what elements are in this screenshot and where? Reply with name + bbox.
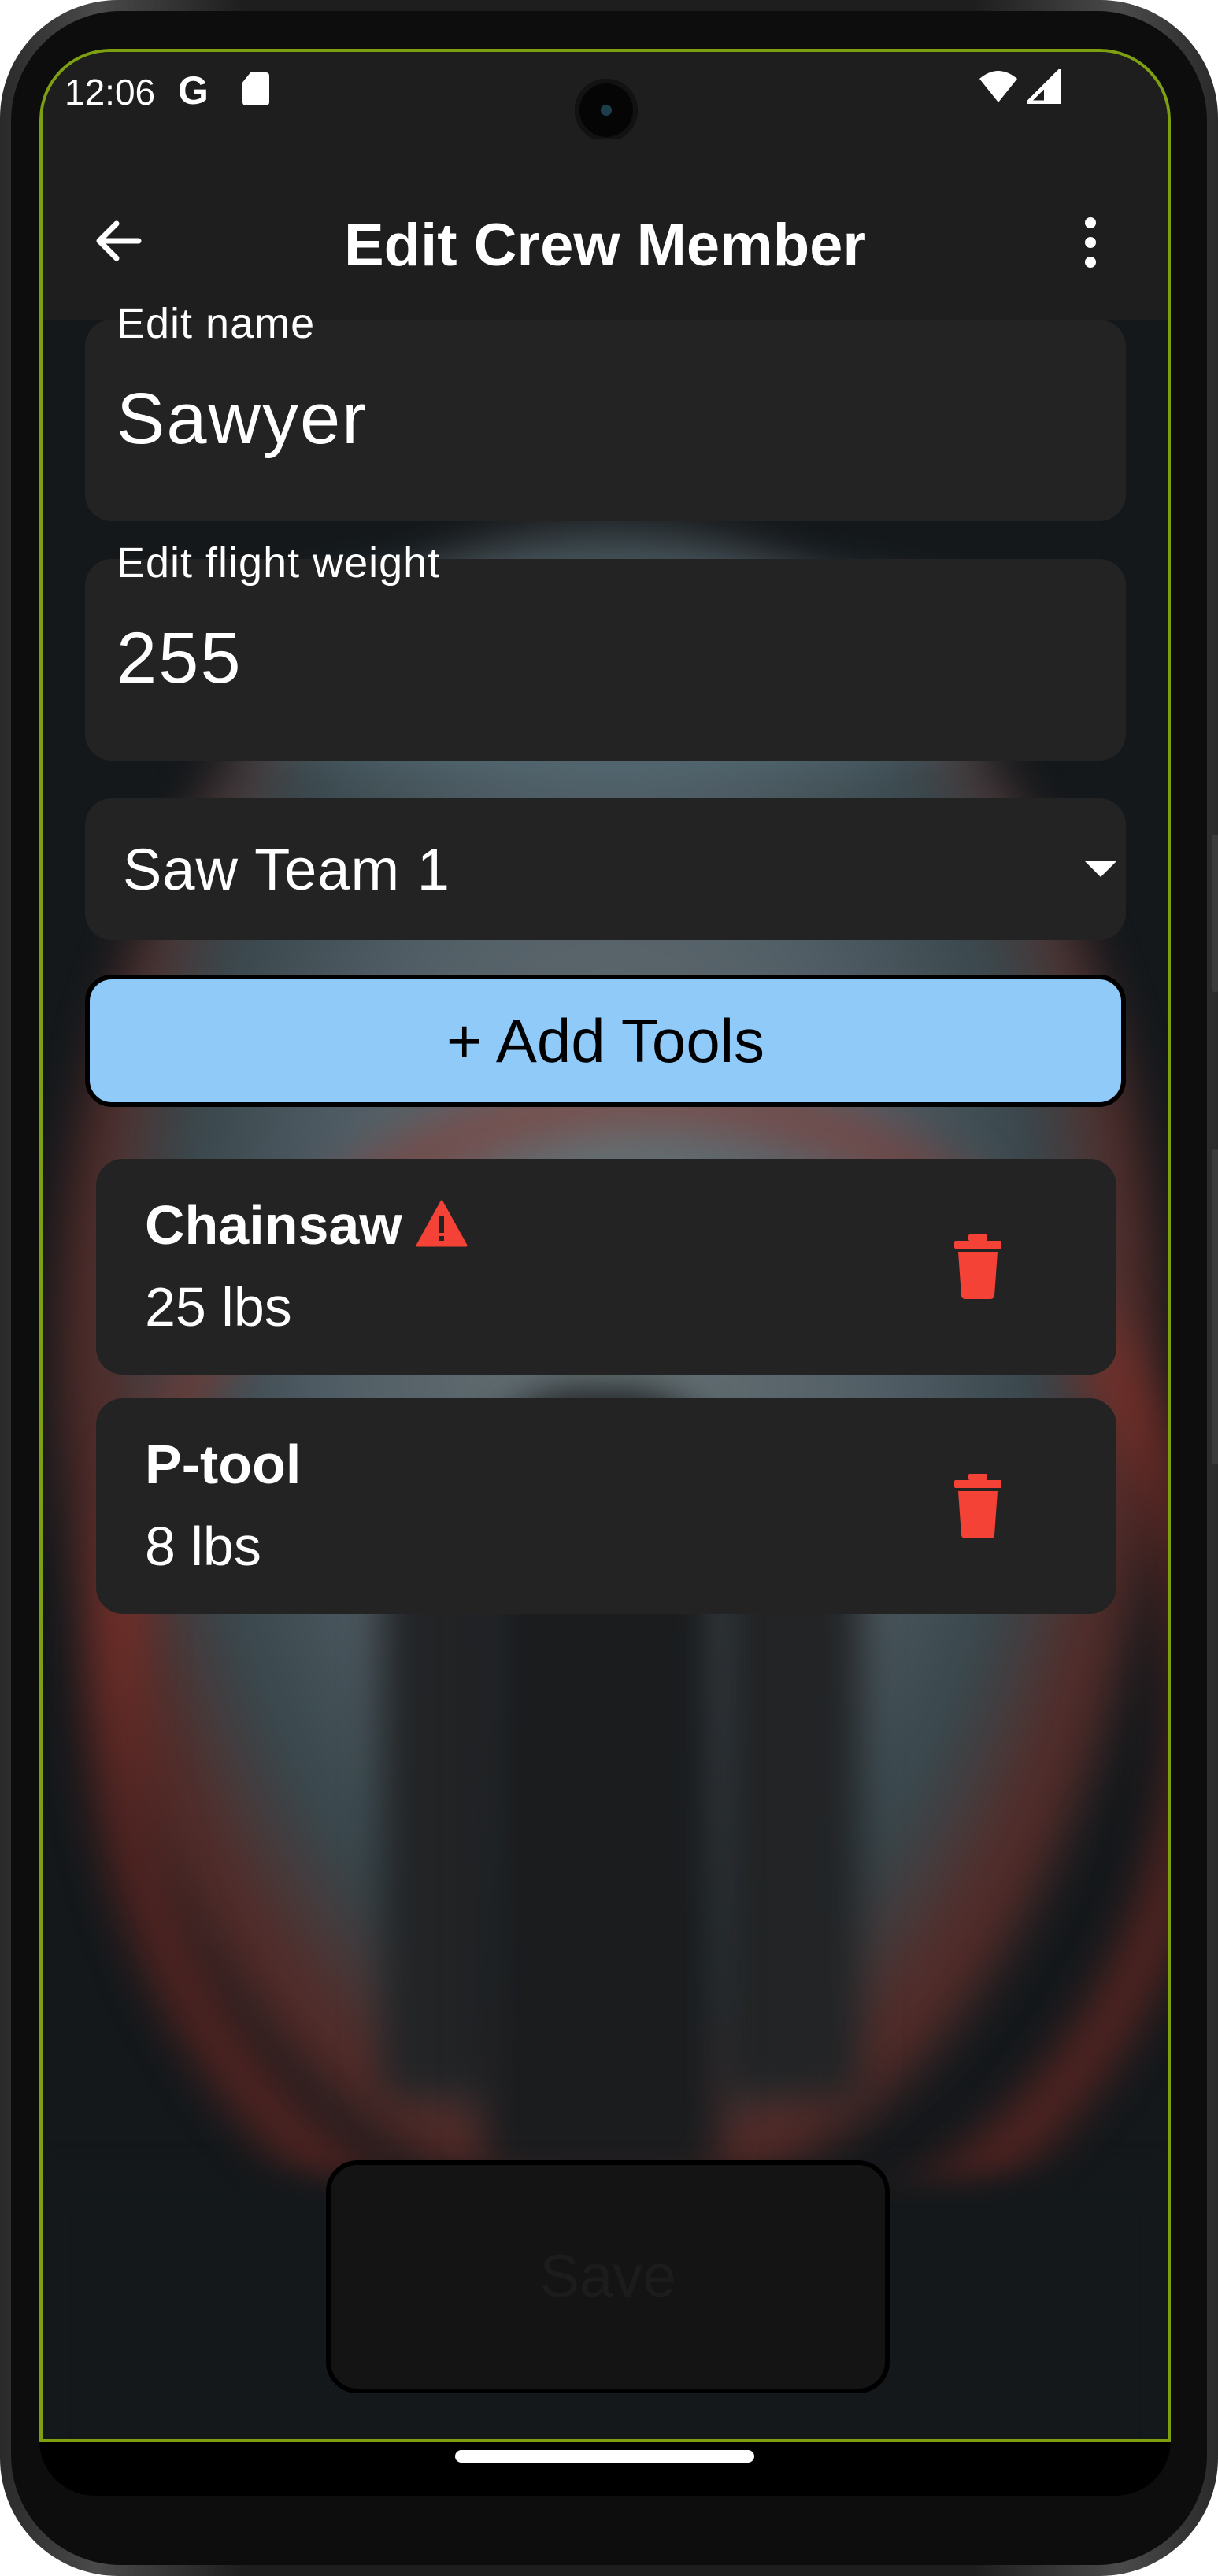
phone-frame: 12:06 G Edit Crew Member Edit name Sawye… [0,0,1218,2576]
google-icon: G [178,68,209,113]
more-vert-dot [1085,257,1096,268]
dropdown-arrow-icon [1085,861,1116,877]
app-bar: Edit Crew Member [43,139,1168,320]
name-field[interactable]: Edit name Sawyer [85,300,1126,521]
flight-weight-field-value[interactable]: 255 [117,617,242,700]
volume-button [1212,835,1218,992]
delete-icon[interactable] [954,1474,1001,1538]
more-vert-dot [1085,237,1096,248]
flight-weight-field-label: Edit flight weight [117,539,441,587]
tool-card-p-tool[interactable]: P-tool 8 lbs [96,1398,1116,1614]
signal-icon [1027,69,1061,104]
app-area: 12:06 G Edit Crew Member Edit name Sawye… [39,49,1171,2442]
front-camera [575,79,638,142]
status-bar: 12:06 G [43,52,1168,142]
name-field-label: Edit name [117,300,316,347]
more-menu-button[interactable] [1074,211,1105,274]
tool-name: Chainsaw [145,1194,402,1256]
flight-weight-field[interactable]: Edit flight weight 255 [85,539,1126,761]
power-button [1212,1149,1218,1464]
position-dropdown-value: Saw Team 1 [123,837,450,902]
tool-weight: 25 lbs [145,1276,292,1338]
position-dropdown[interactable]: Saw Team 1 [85,798,1126,940]
screen: 12:06 G Edit Crew Member Edit name Sawye… [39,49,1171,2496]
status-time: 12:06 [65,72,156,113]
tool-card-chainsaw[interactable]: Chainsaw 25 lbs [96,1159,1116,1375]
home-indicator[interactable] [455,2450,754,2463]
more-vert-icon [1085,217,1096,228]
tool-weight: 8 lbs [145,1516,261,1577]
page-title: Edit Crew Member [343,212,867,279]
add-tools-button[interactable]: + Add Tools [85,975,1126,1107]
delete-icon[interactable] [954,1234,1001,1299]
wifi-icon [979,71,1017,102]
sd-card-icon [242,72,269,105]
name-field-value[interactable]: Sawyer [117,378,368,461]
tool-name: P-tool [145,1434,302,1495]
save-button[interactable]: Save [326,2160,890,2393]
warning-icon [416,1200,468,1247]
navigation-bar [39,2442,1171,2496]
